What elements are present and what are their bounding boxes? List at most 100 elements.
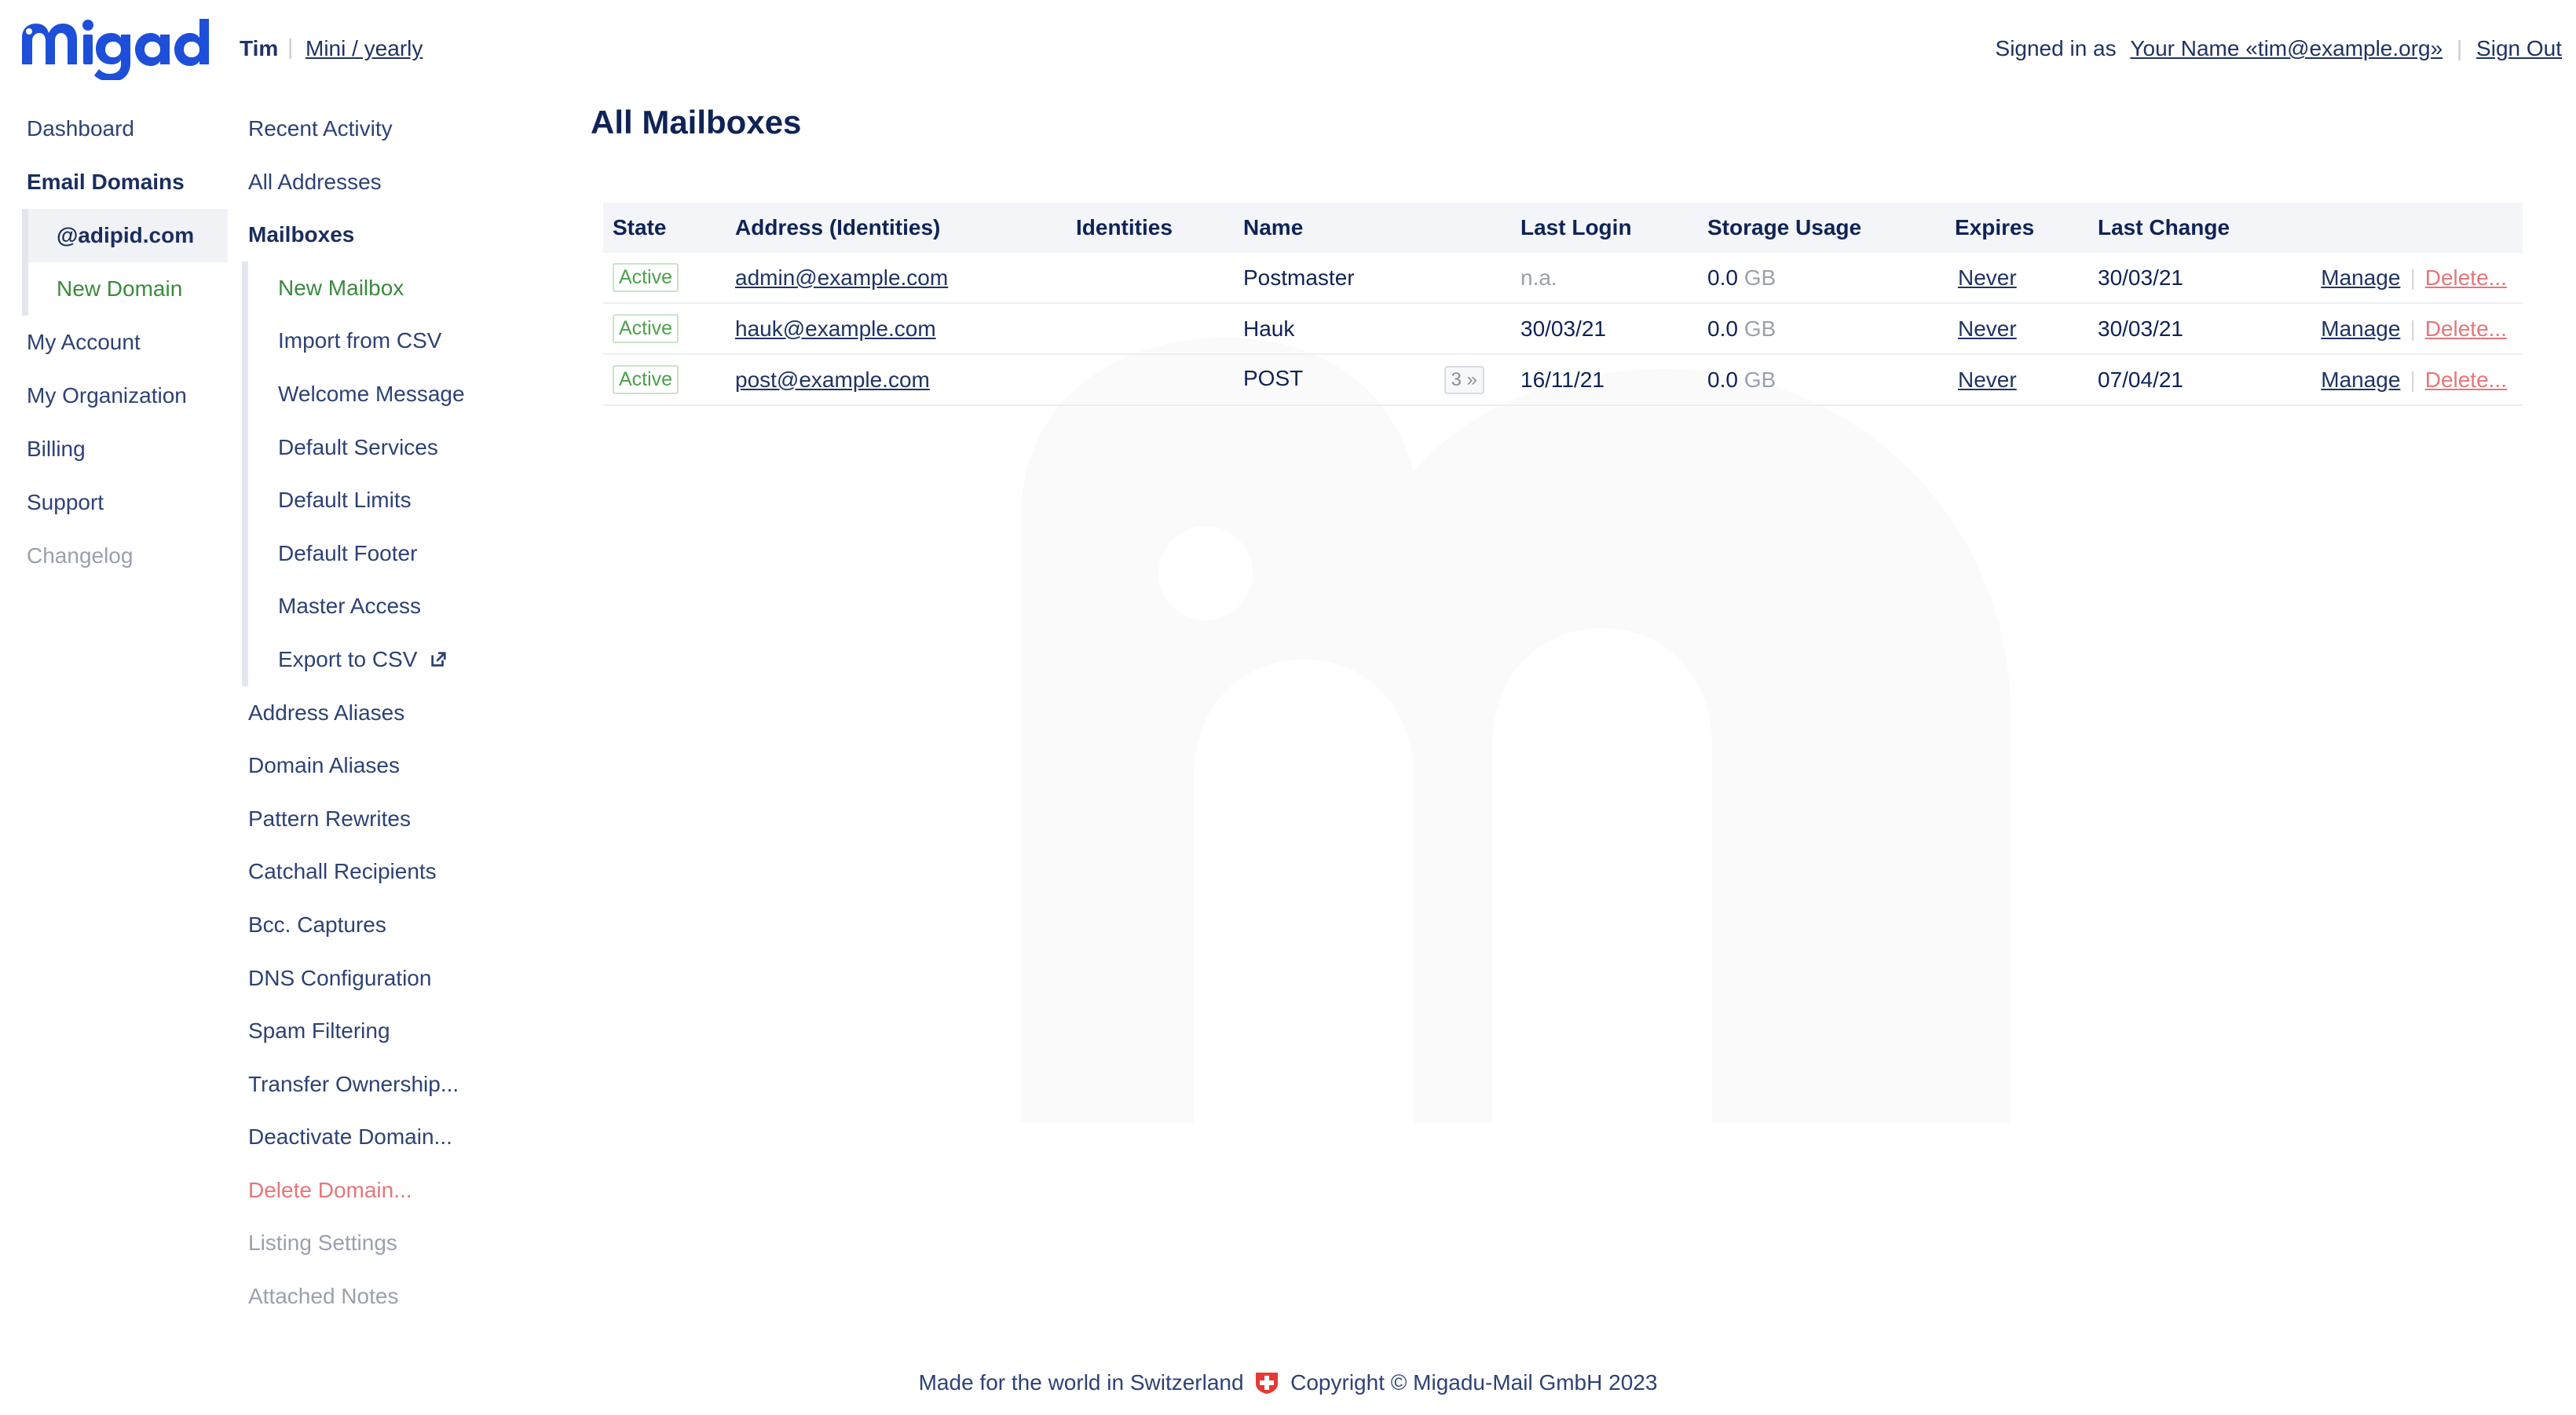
nav-listing-settings[interactable]: Listing Settings (226, 1216, 556, 1270)
external-link-icon (431, 652, 446, 667)
actions-cell: Manage | Delete... (2287, 253, 2523, 304)
column-header-address[interactable]: Address (Identities) (726, 203, 1067, 253)
name-cell: POST 3 » (1234, 354, 1511, 406)
primary-nav: Dashboard Email Domains @adipid.com New … (0, 102, 228, 583)
expires-link[interactable]: Never (1958, 265, 2017, 290)
nav-my-organization[interactable]: My Organization (0, 369, 228, 422)
nav-export-csv[interactable]: Export to CSV (248, 633, 556, 686)
delete-link[interactable]: Delete... (2425, 316, 2507, 341)
nav-dns-configuration[interactable]: DNS Configuration (226, 952, 556, 1005)
divider: | (2410, 367, 2416, 392)
mailbox-address-link[interactable]: hauk@example.com (735, 316, 936, 341)
account-name: Tim (240, 36, 279, 60)
manage-link[interactable]: Manage (2321, 316, 2400, 341)
nav-billing[interactable]: Billing (0, 422, 228, 476)
nav-welcome-message[interactable]: Welcome Message (248, 367, 556, 421)
column-header-state[interactable]: State (603, 203, 726, 253)
identities-cell (1067, 253, 1234, 304)
identities-cell (1067, 303, 1234, 355)
identities-count-badge[interactable]: 3 » (1444, 365, 1484, 394)
storage-value: 0.0 (1707, 265, 1738, 290)
nav-spam-filtering[interactable]: Spam Filtering (226, 1004, 556, 1058)
storage-value: 0.0 (1707, 316, 1738, 341)
nav-support[interactable]: Support (0, 476, 228, 529)
column-header-actions (2287, 203, 2523, 253)
divider: | (2410, 265, 2416, 290)
last-login-cell: 16/11/21 (1511, 354, 1698, 406)
migadu-logo[interactable] (19, 14, 223, 80)
nav-mailboxes[interactable]: Mailboxes (226, 208, 556, 261)
manage-link[interactable]: Manage (2321, 265, 2400, 290)
expires-cell: Never (1945, 354, 2088, 406)
expires-cell: Never (1945, 303, 2088, 355)
actions-cell: Manage | Delete... (2287, 303, 2523, 355)
storage-value: 0.0 (1707, 367, 1738, 392)
nav-all-addresses[interactable]: All Addresses (226, 155, 556, 209)
last-change-cell: 30/03/21 (2088, 303, 2287, 355)
nav-import-csv[interactable]: Import from CSV (248, 314, 556, 367)
table-row: Active admin@example.com Postmaster n.a.… (603, 253, 2523, 304)
last-change-cell: 30/03/21 (2088, 253, 2287, 304)
status-badge: Active (613, 314, 679, 343)
nav-dashboard[interactable]: Dashboard (0, 102, 228, 155)
last-change-cell: 07/04/21 (2088, 354, 2287, 406)
nav-recent-activity[interactable]: Recent Activity (226, 102, 556, 155)
table-header-row: State Address (Identities) Identities Na… (603, 203, 2523, 253)
status-badge: Active (613, 365, 679, 394)
nav-deactivate-domain[interactable]: Deactivate Domain... (226, 1110, 556, 1164)
column-header-storage[interactable]: Storage Usage (1698, 203, 1945, 253)
nav-changelog[interactable]: Changelog (0, 529, 228, 583)
nav-catchall-recipients[interactable]: Catchall Recipients (226, 845, 556, 898)
sign-out-link[interactable]: Sign Out (2476, 36, 2562, 60)
watermark-logo (1021, 338, 2011, 1123)
column-header-last-change[interactable]: Last Change (2088, 203, 2287, 253)
mailbox-address-link[interactable]: admin@example.com (735, 265, 948, 290)
user-link[interactable]: Your Name «tim@example.org» (2130, 36, 2442, 60)
footer-made-in: Made for the world in Switzerland (918, 1370, 1244, 1395)
last-login-cell: 30/03/21 (1511, 303, 1698, 355)
expires-link[interactable]: Never (1958, 367, 2017, 392)
nav-email-domains[interactable]: Email Domains (0, 155, 228, 209)
delete-link[interactable]: Delete... (2425, 367, 2507, 392)
nav-domain-adipid[interactable]: @adipid.com (28, 209, 228, 262)
mailboxes-table-wrap: State Address (Identities) Identities Na… (603, 203, 2523, 406)
nav-address-aliases[interactable]: Address Aliases (226, 686, 556, 740)
name-cell: Postmaster (1234, 253, 1511, 304)
column-header-identities[interactable]: Identities (1067, 203, 1234, 253)
plan-link[interactable]: Mini / yearly (306, 36, 423, 61)
nav-default-footer[interactable]: Default Footer (248, 527, 556, 580)
signed-in-label: Signed in as (1995, 36, 2117, 60)
nav-transfer-ownership[interactable]: Transfer Ownership... (226, 1058, 556, 1111)
nav-export-csv-label: Export to CSV (278, 646, 418, 671)
swiss-flag-icon (1256, 1373, 1279, 1394)
divider: | (2410, 316, 2416, 341)
manage-link[interactable]: Manage (2321, 367, 2400, 392)
nav-bcc-captures[interactable]: Bcc. Captures (226, 898, 556, 952)
storage-unit: GB (1744, 265, 1776, 290)
delete-link[interactable]: Delete... (2425, 265, 2507, 290)
column-header-last-login[interactable]: Last Login (1511, 203, 1698, 253)
state-cell: Active (603, 253, 726, 304)
page-title: All Mailboxes (591, 104, 802, 141)
nav-domain-aliases[interactable]: Domain Aliases (226, 739, 556, 792)
storage-unit: GB (1744, 316, 1776, 341)
storage-cell: 0.0 GB (1698, 354, 1945, 406)
nav-delete-domain[interactable]: Delete Domain... (226, 1164, 556, 1217)
nav-new-domain[interactable]: New Domain (28, 262, 228, 316)
nav-pattern-rewrites[interactable]: Pattern Rewrites (226, 792, 556, 846)
mailboxes-subnav: New Mailbox Import from CSV Welcome Mess… (242, 261, 556, 686)
nav-master-access[interactable]: Master Access (248, 580, 556, 633)
column-header-name[interactable]: Name (1234, 203, 1511, 253)
mailbox-address-link[interactable]: post@example.com (735, 367, 930, 392)
nav-default-limits[interactable]: Default Limits (248, 473, 556, 527)
expires-link[interactable]: Never (1958, 316, 2017, 341)
column-header-expires[interactable]: Expires (1945, 203, 2088, 253)
nav-attached-notes[interactable]: Attached Notes (226, 1270, 556, 1323)
nav-new-mailbox[interactable]: New Mailbox (248, 261, 556, 315)
domain-subnav: @adipid.com New Domain (22, 209, 228, 316)
domain-nav: Recent Activity All Addresses Mailboxes … (226, 102, 556, 1323)
table-row: Active post@example.com POST 3 » 16/11/21… (603, 354, 2523, 406)
nav-default-services[interactable]: Default Services (248, 421, 556, 474)
nav-my-account[interactable]: My Account (0, 316, 228, 369)
signed-in-bar: Signed in as Your Name «tim@example.org»… (1996, 36, 2562, 61)
